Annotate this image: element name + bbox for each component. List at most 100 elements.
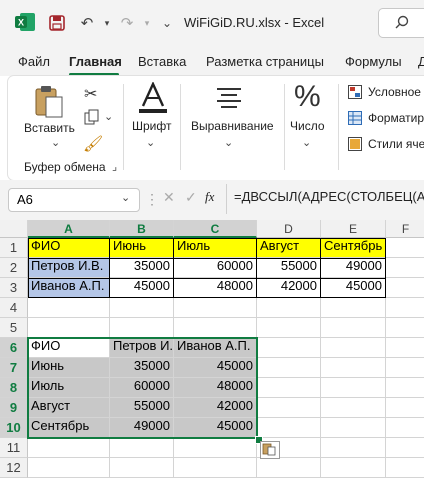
undo-dropdown-icon[interactable]: ▾ [96, 12, 118, 34]
paste-dropdown-icon[interactable]: ⌄ [51, 136, 60, 149]
cell-e3[interactable]: 45000 [321, 278, 386, 298]
grid-cell[interactable] [386, 258, 424, 278]
grid-cell[interactable] [110, 438, 174, 458]
cell-a8[interactable]: Июль [28, 378, 110, 398]
cell-c2[interactable]: 60000 [174, 258, 257, 278]
row-header-12[interactable]: 12 [0, 458, 28, 478]
undo-icon[interactable]: ↶ [76, 12, 98, 34]
conditional-format-icon[interactable] [348, 85, 362, 99]
search-box[interactable] [378, 8, 424, 38]
redo-dropdown-icon[interactable]: ▾ [136, 12, 158, 34]
grid-cell[interactable] [386, 238, 424, 258]
name-box-dropdown-icon[interactable]: ⌄ [121, 191, 130, 204]
cell-e1[interactable]: Сентябрь [321, 238, 386, 258]
grid-cell[interactable] [321, 298, 386, 318]
grid-cell[interactable] [321, 438, 386, 458]
name-box-value[interactable]: A6 [17, 192, 33, 207]
paste-label[interactable]: Вставить [24, 121, 75, 135]
format-painter-icon[interactable]: 🖌 [83, 134, 103, 154]
grid-cell[interactable] [386, 278, 424, 298]
number-label[interactable]: Число [290, 119, 325, 133]
column-header-f[interactable]: F [386, 220, 424, 238]
font-dropdown-icon[interactable]: ⌄ [146, 136, 155, 149]
cell-a1[interactable]: ФИО [28, 238, 110, 258]
grid-cell[interactable] [386, 298, 424, 318]
select-all-button[interactable] [0, 220, 28, 238]
alignment-dropdown-icon[interactable]: ⌄ [224, 136, 233, 149]
row-header-6[interactable]: 6 [0, 338, 28, 358]
cell-e2[interactable]: 49000 [321, 258, 386, 278]
row-header-2[interactable]: 2 [0, 258, 28, 278]
row-header-5[interactable]: 5 [0, 318, 28, 338]
column-header-d[interactable]: D [257, 220, 321, 238]
align-icon[interactable] [216, 86, 242, 110]
column-header-e[interactable]: E [321, 220, 386, 238]
column-header-c[interactable]: C [174, 220, 257, 238]
worksheet-grid[interactable]: A B C D E F 1 2 3 4 5 6 7 8 9 10 11 12 ФИО Июнь Июл… [0, 220, 424, 486]
more-options-icon[interactable]: ⋮ [145, 191, 159, 208]
grid-cell[interactable] [257, 398, 321, 418]
grid-cell[interactable] [257, 378, 321, 398]
column-header-a[interactable]: A [28, 220, 110, 238]
grid-cell[interactable] [257, 358, 321, 378]
grid-cell[interactable] [321, 318, 386, 338]
clipboard-launcher-icon[interactable]: ⌟ [112, 160, 117, 173]
row-header-1[interactable]: 1 [0, 238, 28, 258]
grid-cell[interactable] [321, 398, 386, 418]
paste-icon[interactable] [34, 84, 64, 120]
grid-cell[interactable] [28, 438, 110, 458]
cell-b10[interactable]: 49000 [110, 418, 174, 438]
cell-b8[interactable]: 60000 [110, 378, 174, 398]
row-header-7[interactable]: 7 [0, 358, 28, 378]
cell-styles-label[interactable]: Стили яче [368, 137, 424, 151]
column-header-b[interactable]: B [110, 220, 174, 238]
cell-d2[interactable]: 55000 [257, 258, 321, 278]
cell-b2[interactable]: 35000 [110, 258, 174, 278]
grid-cell[interactable] [321, 338, 386, 358]
tab-formulas[interactable]: Формулы [345, 54, 402, 69]
row-header-11[interactable]: 11 [0, 438, 28, 458]
cell-a10[interactable]: Сентябрь [28, 418, 110, 438]
tab-insert[interactable]: Вставка [138, 54, 186, 69]
format-as-table-label[interactable]: Форматир [368, 111, 424, 125]
cell-styles-icon[interactable] [348, 137, 362, 151]
grid-cell[interactable] [174, 438, 257, 458]
number-dropdown-icon[interactable]: ⌄ [302, 136, 311, 149]
tab-page-layout[interactable]: Разметка страницы [206, 54, 324, 69]
cell-d3[interactable]: 42000 [257, 278, 321, 298]
grid-cell[interactable] [110, 318, 174, 338]
font-label[interactable]: Шрифт [132, 119, 171, 133]
grid-cell[interactable] [174, 298, 257, 318]
conditional-format-label[interactable]: Условное [368, 85, 421, 99]
row-header-9[interactable]: 9 [0, 398, 28, 418]
cell-b9[interactable]: 55000 [110, 398, 174, 418]
cell-a3[interactable]: Иванов А.П. [28, 278, 110, 298]
insert-function-icon[interactable]: fx [205, 189, 214, 205]
formula-input[interactable]: =ДВССЫЛ(АДРЕС(СТОЛБЕЦ(A1); [234, 189, 424, 204]
number-format-icon[interactable]: % [294, 80, 321, 114]
grid-cell[interactable] [386, 358, 424, 378]
alignment-label[interactable]: Выравнивание [191, 119, 274, 133]
grid-cell[interactable] [386, 438, 424, 458]
grid-cell[interactable] [110, 298, 174, 318]
name-box[interactable]: A6 ⌄ [8, 188, 140, 212]
grid-cell[interactable] [321, 358, 386, 378]
cell-c7[interactable]: 45000 [174, 358, 257, 378]
grid-cell[interactable] [321, 458, 386, 478]
cell-b1[interactable]: Июнь [110, 238, 174, 258]
cell-a9[interactable]: Август [28, 398, 110, 418]
grid-cell[interactable] [28, 458, 110, 478]
grid-cell[interactable] [28, 318, 110, 338]
save-icon[interactable] [46, 12, 68, 34]
cell-a6[interactable]: ФИО [28, 338, 110, 358]
cell-b7[interactable]: 35000 [110, 358, 174, 378]
grid-cell[interactable] [321, 378, 386, 398]
grid-cell[interactable] [386, 378, 424, 398]
cell-c9[interactable]: 42000 [174, 398, 257, 418]
grid-cell[interactable] [386, 398, 424, 418]
cancel-icon[interactable]: ✕ [163, 189, 175, 206]
row-header-8[interactable]: 8 [0, 378, 28, 398]
row-header-4[interactable]: 4 [0, 298, 28, 318]
grid-cell[interactable] [174, 458, 257, 478]
cut-icon[interactable]: ✂ [84, 84, 97, 104]
